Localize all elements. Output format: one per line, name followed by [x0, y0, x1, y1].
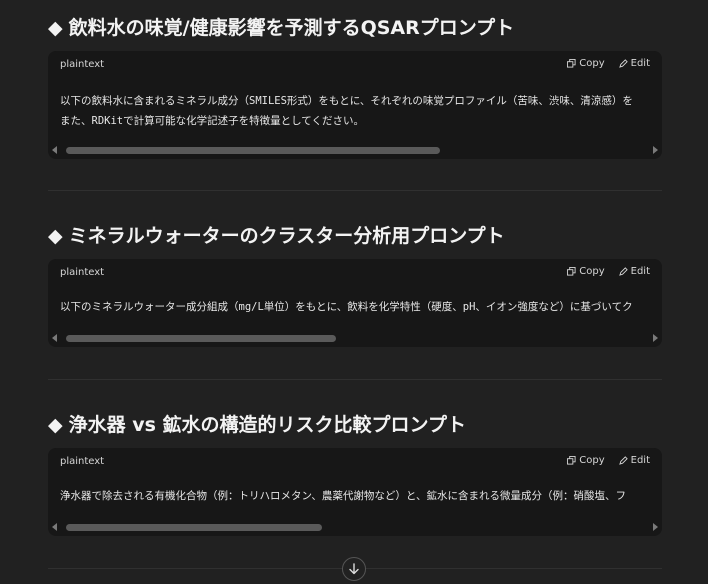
- scroll-thumb[interactable]: [66, 147, 440, 154]
- edit-label: Edit: [630, 266, 650, 277]
- code-content: 以下のミネラルウォーター成分組成（mg/L単位）をもとに、飲料を化学特性（硬度、…: [60, 297, 662, 317]
- edit-icon: [618, 456, 628, 465]
- code-actions: Copy Edit: [567, 455, 650, 466]
- diamond-bullet-icon: ◆: [48, 414, 63, 436]
- copy-icon: [567, 59, 576, 68]
- scroll-right-icon[interactable]: [653, 523, 658, 531]
- diamond-bullet-icon: ◆: [48, 17, 63, 39]
- code-block-header: plaintext Copy Edit: [48, 259, 662, 287]
- section-heading: ◆ 浄水器 vs 鉱水の構造的リスク比較プロンプト: [48, 413, 466, 437]
- section-heading: ◆ 飲料水の味覚/健康影響を予測するQSARプロンプト: [48, 16, 514, 40]
- section-title: 浄水器 vs 鉱水の構造的リスク比較プロンプト: [68, 414, 466, 436]
- arrow-down-icon: [349, 563, 359, 575]
- edit-button[interactable]: Edit: [618, 58, 650, 69]
- horizontal-scrollbar[interactable]: [48, 522, 662, 532]
- scroll-left-icon[interactable]: [52, 523, 57, 531]
- copy-label: Copy: [579, 455, 605, 466]
- edit-label: Edit: [630, 58, 650, 69]
- scroll-to-bottom-button[interactable]: [342, 557, 366, 581]
- code-block: plaintext Copy Edit 以下の飲料水に含まれるミネラル成分（SM…: [48, 51, 662, 159]
- scroll-thumb[interactable]: [66, 335, 336, 342]
- edit-button[interactable]: Edit: [618, 266, 650, 277]
- code-actions: Copy Edit: [567, 58, 650, 69]
- scroll-right-icon[interactable]: [653, 146, 658, 154]
- code-actions: Copy Edit: [567, 266, 650, 277]
- code-line: 以下の飲料水に含まれるミネラル成分（SMILES形式）をもとに、それぞれの味覚プ…: [60, 95, 633, 107]
- code-block-header: plaintext Copy Edit: [48, 51, 662, 79]
- copy-button[interactable]: Copy: [567, 58, 605, 69]
- edit-label: Edit: [630, 455, 650, 466]
- scroll-thumb[interactable]: [66, 524, 322, 531]
- edit-button[interactable]: Edit: [618, 455, 650, 466]
- horizontal-scrollbar[interactable]: [48, 145, 662, 155]
- copy-label: Copy: [579, 58, 605, 69]
- section-title: ミネラルウォーターのクラスター分析用プロンプト: [68, 225, 505, 247]
- divider: [48, 379, 662, 380]
- code-block-header: plaintext Copy Edit: [48, 448, 662, 476]
- copy-button[interactable]: Copy: [567, 266, 605, 277]
- copy-icon: [567, 456, 576, 465]
- code-line: 浄水器で除去される有機化合物（例：トリハロメタン、農薬代謝物など）と、鉱水に含ま…: [60, 490, 626, 502]
- section-heading: ◆ ミネラルウォーターのクラスター分析用プロンプト: [48, 224, 505, 248]
- scroll-left-icon[interactable]: [52, 334, 57, 342]
- copy-button[interactable]: Copy: [567, 455, 605, 466]
- scroll-right-icon[interactable]: [653, 334, 658, 342]
- copy-icon: [567, 267, 576, 276]
- code-block: plaintext Copy Edit 以下のミネラルウォーター成分組成（mg/…: [48, 259, 662, 347]
- scroll-left-icon[interactable]: [52, 146, 57, 154]
- edit-icon: [618, 59, 628, 68]
- divider: [48, 190, 662, 191]
- diamond-bullet-icon: ◆: [48, 225, 63, 247]
- code-content: 以下の飲料水に含まれるミネラル成分（SMILES形式）をもとに、それぞれの味覚プ…: [60, 91, 662, 131]
- code-language-label: plaintext: [60, 267, 105, 278]
- code-content: 浄水器で除去される有機化合物（例：トリハロメタン、農薬代謝物など）と、鉱水に含ま…: [60, 486, 662, 506]
- code-language-label: plaintext: [60, 456, 105, 467]
- code-block: plaintext Copy Edit 浄水器で除去される有機化合物（例：トリハ…: [48, 448, 662, 536]
- section-title: 飲料水の味覚/健康影響を予測するQSARプロンプト: [68, 17, 515, 39]
- code-language-label: plaintext: [60, 59, 105, 70]
- edit-icon: [618, 267, 628, 276]
- copy-label: Copy: [579, 266, 605, 277]
- code-line: 以下のミネラルウォーター成分組成（mg/L単位）をもとに、飲料を化学特性（硬度、…: [60, 301, 633, 313]
- horizontal-scrollbar[interactable]: [48, 333, 662, 343]
- code-line: また、RDKitで計算可能な化学記述子を特徴量としてください。: [60, 115, 364, 127]
